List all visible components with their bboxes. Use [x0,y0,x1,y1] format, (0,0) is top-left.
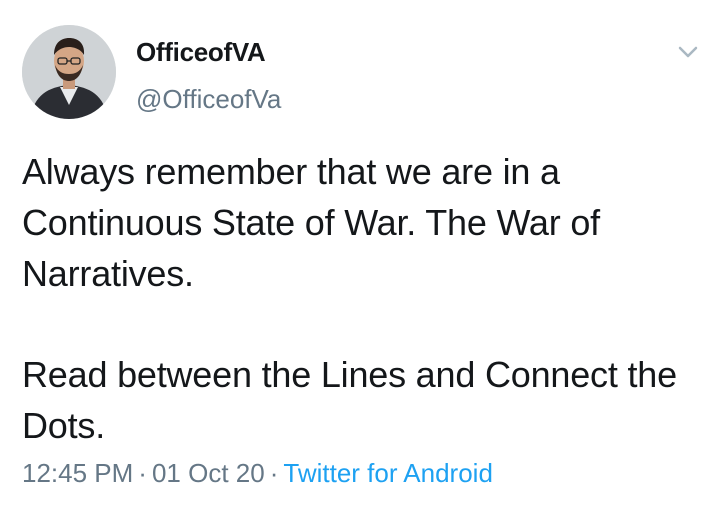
tweet-source-link[interactable]: Twitter for Android [283,458,493,488]
tweet-date[interactable]: 01 Oct 20 [152,458,265,488]
tweet-paragraph: Always remember that we are in a Continu… [22,151,600,294]
meta-separator: · [269,458,279,488]
meta-separator: · [138,458,147,488]
tweet-paragraph: Read between the Lines and Connect the D… [22,354,677,446]
chevron-down-icon[interactable] [674,40,702,64]
avatar[interactable] [22,25,116,119]
display-name[interactable]: OfficeofVA [136,37,266,68]
user-handle[interactable]: @OfficeofVa [136,84,281,115]
profile-photo-icon [22,25,116,119]
tweet-card: OfficeofVA @OfficeofVa Always remember t… [0,0,720,512]
tweet-text: Always remember that we are in a Continu… [22,146,702,451]
tweet-meta: 12:45 PM · 01 Oct 20 · Twitter for Android [22,458,493,489]
tweet-time[interactable]: 12:45 PM [22,458,133,488]
